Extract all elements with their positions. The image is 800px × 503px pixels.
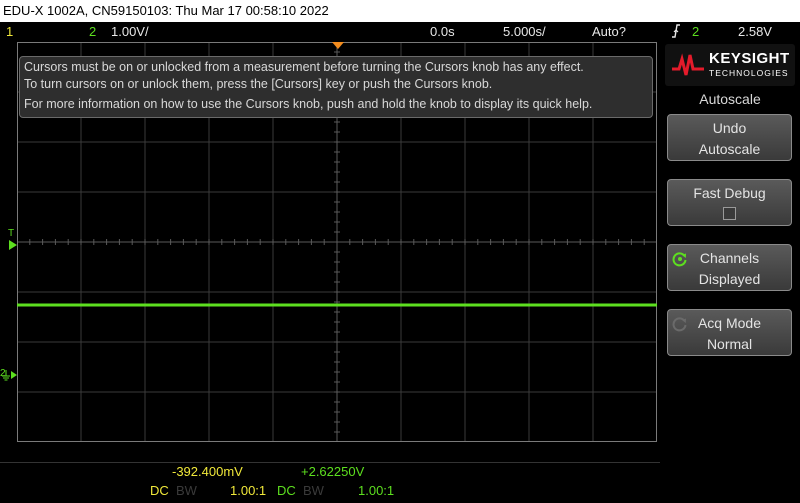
ch1-coupling[interactable]: DC (150, 483, 169, 498)
softkey-label-line1: Acq Mode (697, 315, 762, 331)
ch1-bw-limit[interactable]: BW (176, 483, 197, 498)
logo-brand: KEYSIGHT (709, 50, 790, 67)
message-line-2: To turn cursors on or unlock them, press… (24, 77, 493, 91)
ch1-measurement: -392.400mV (172, 464, 243, 479)
title-text: EDU-X 1002A, CN59150103: Thu Mar 17 00:5… (3, 3, 329, 18)
trigger-source[interactable]: 2 (692, 22, 699, 42)
softkey-label-line2: Normal (706, 336, 753, 352)
softkey-label-line2: Displayed (698, 271, 761, 287)
trigger-level[interactable]: 2.58V (738, 22, 772, 42)
softkey-label-line1: Channels (699, 250, 760, 266)
acq-mode-softkey[interactable]: Acq Mode Normal (667, 309, 792, 356)
ch2-label[interactable]: 2 (89, 22, 96, 42)
time-scale[interactable]: 5.000s/ (503, 22, 546, 42)
softkey-label-line1: Undo (712, 120, 747, 136)
time-delay[interactable]: 0.0s (430, 22, 455, 42)
status-bar: 1 2 1.00V/ 0.0s 5.000s/ Auto? 2 2.58V (0, 22, 800, 42)
ch1-label[interactable]: 1 (6, 22, 13, 42)
message-line-3: For more information on how to use the C… (24, 97, 593, 111)
fast-debug-softkey[interactable]: Fast Debug (667, 179, 792, 226)
logo-sub: TECHNOLOGIES (709, 68, 789, 78)
ch2-probe[interactable]: 1.00:1 (358, 483, 394, 498)
menu-title: Autoscale (699, 91, 761, 107)
softkey-label-line2: Autoscale (698, 141, 761, 157)
cursors-help-message: Cursors must be on or unlocked from a me… (19, 56, 653, 118)
fast-debug-checkbox[interactable] (723, 207, 736, 220)
ch2-measurement: +2.62250V (301, 464, 365, 479)
softkey-label-line1: Fast Debug (693, 185, 766, 201)
ch2-bw-limit[interactable]: BW (303, 483, 324, 498)
ch2-scale[interactable]: 1.00V/ (111, 22, 149, 42)
ch2-coupling[interactable]: DC (277, 483, 296, 498)
ch2-ground-marker[interactable]: 2 (0, 368, 17, 381)
trigger-position-marker[interactable] (332, 42, 344, 50)
channels-displayed-softkey[interactable]: Channels Displayed (667, 244, 792, 291)
ch1-probe[interactable]: 1.00:1 (230, 483, 266, 498)
divider (0, 462, 660, 463)
keysight-wave-icon (672, 53, 704, 76)
undo-autoscale-softkey[interactable]: Undo Autoscale (667, 114, 792, 161)
trigger-level-marker[interactable]: T (8, 228, 17, 250)
rising-edge-icon (671, 22, 681, 42)
title-bar: EDU-X 1002A, CN59150103: Thu Mar 17 00:5… (0, 0, 800, 22)
keysight-logo: KEYSIGHT TECHNOLOGIES (665, 44, 795, 86)
channel-info-bar: -392.400mV +2.62250V DC BW 1.00:1 DC BW … (0, 442, 800, 503)
left-marker-strip: T 2 (0, 42, 17, 442)
trigger-mode[interactable]: Auto? (592, 22, 626, 42)
